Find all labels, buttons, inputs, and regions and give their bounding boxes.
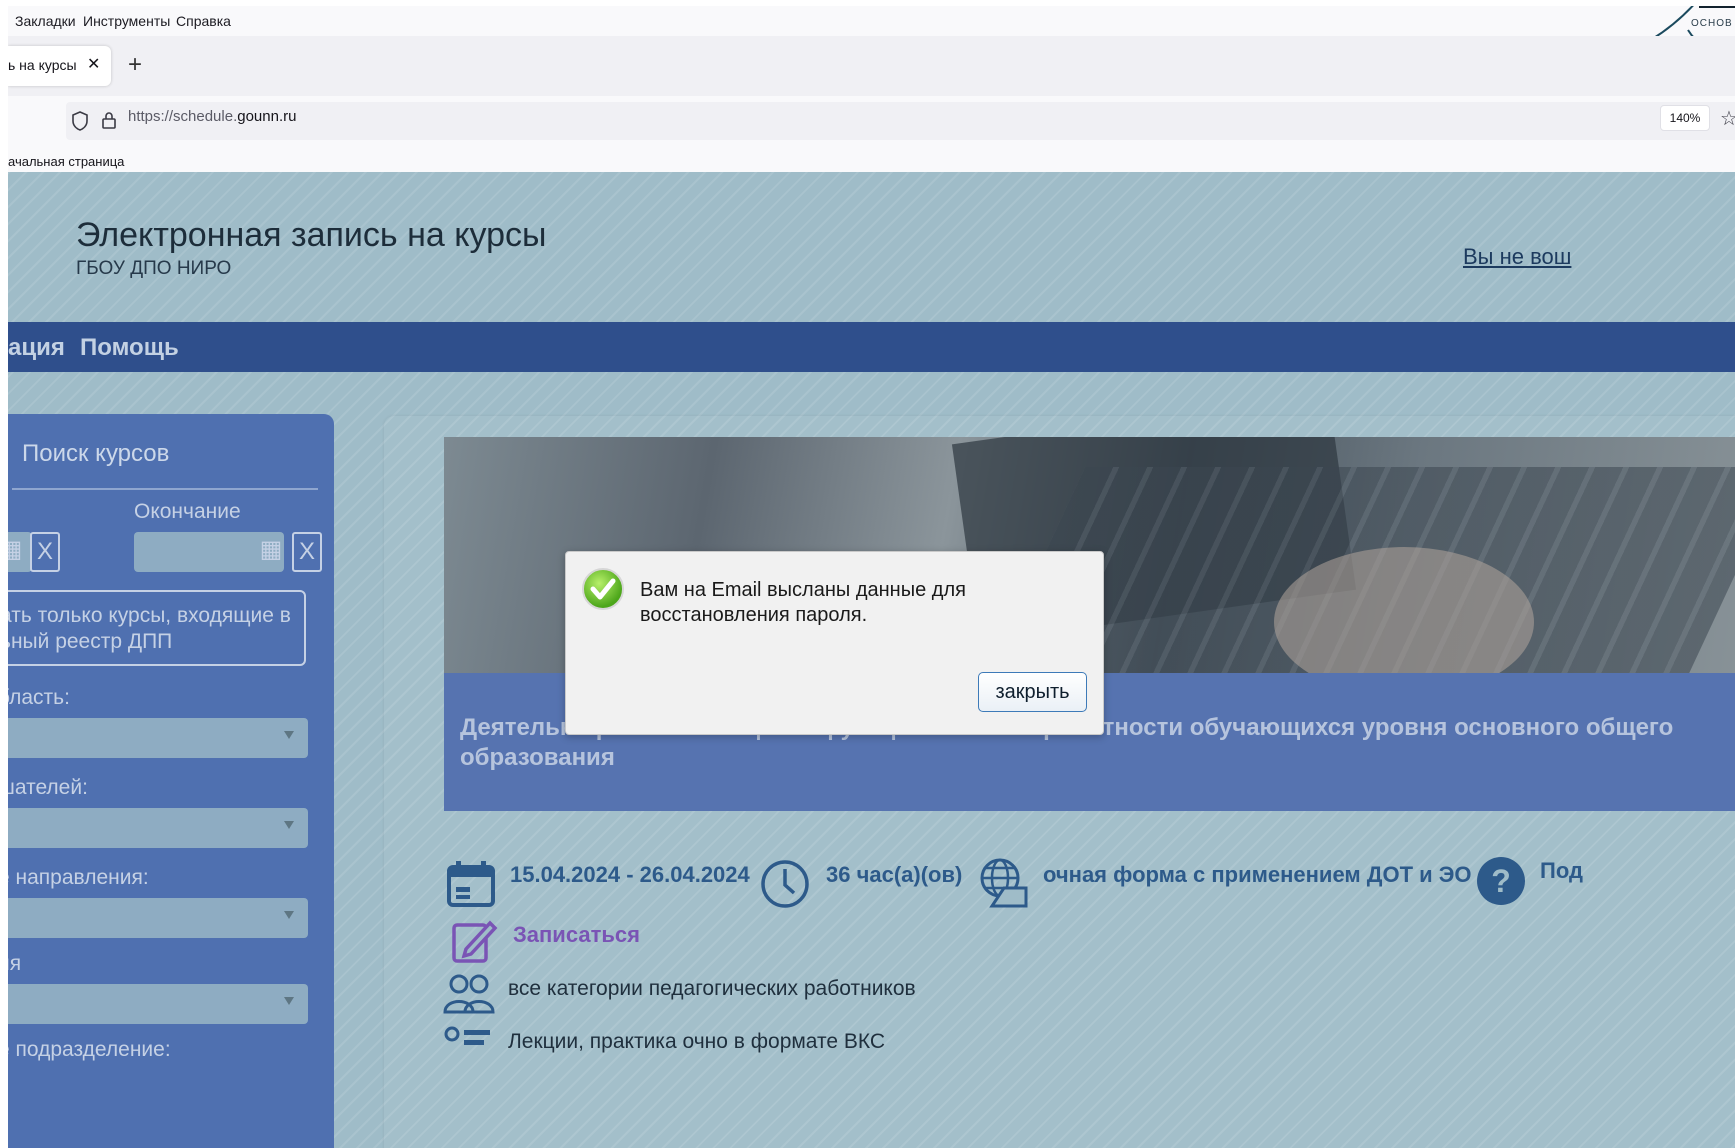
svg-text:?: ? (1491, 863, 1511, 899)
login-link[interactable]: Вы не вош (1463, 244, 1571, 270)
registry-filter-checkbox[interactable]: ать только курсы, входящие в ьный реестр… (8, 590, 306, 666)
clock-icon (761, 860, 809, 908)
list-icon (444, 1026, 490, 1045)
url-bar[interactable] (66, 102, 1735, 140)
menu-bookmarks[interactable]: Закладки (15, 13, 76, 29)
star-icon[interactable]: ☆ (1720, 106, 1735, 131)
menu-help[interactable]: Справка (176, 13, 231, 29)
tab-label: ь на курсы (8, 57, 77, 73)
course-hours: 36 час(а)(ов) (826, 862, 963, 887)
audience-select[interactable] (8, 808, 308, 848)
chevron-down-icon (284, 911, 294, 919)
calendar-icon[interactable]: ▦ (254, 532, 288, 572)
course-audience: все категории педагогических работников (508, 977, 916, 1000)
course-format: Лекции, практика очно в формате ВКС (508, 1030, 886, 1053)
checkbox-label-line-2: ьный реестр ДПП (8, 630, 173, 653)
calendar-icon[interactable]: ▦ (8, 532, 26, 572)
field-label-direction: е направления: (8, 866, 149, 889)
tab-bar: ь на курсы ✕ + (8, 36, 1735, 96)
logo-text: ОСНОВ (1691, 18, 1733, 29)
direction-select[interactable] (8, 898, 308, 938)
zoom-indicator[interactable]: 140% (1660, 105, 1710, 131)
lock-icon[interactable] (101, 110, 117, 130)
form-select[interactable] (8, 984, 308, 1024)
page-title: Электронная запись на курсы (76, 216, 547, 254)
menu-tools[interactable]: Инструменты (83, 13, 170, 29)
tab-close-icon[interactable]: ✕ (87, 54, 100, 74)
clear-end-date-button[interactable]: X (292, 532, 322, 572)
password-recovery-dialog: Вам на Email высланы данные для восстано… (565, 551, 1104, 735)
new-tab-icon[interactable]: + (128, 51, 142, 79)
browser-window: Закладки Инструменты Справка ОСНОВ ь на … (8, 6, 1735, 1148)
chevron-down-icon (284, 731, 294, 739)
edit-icon[interactable] (450, 917, 498, 965)
bookmark-home[interactable]: ачальная страница (8, 154, 124, 169)
checkbox-label-line-1: ать только курсы, входящие в (8, 604, 291, 627)
calendar-icon (447, 861, 495, 907)
globe-book-icon (980, 858, 1028, 908)
url-prefix: https://schedule. (128, 108, 238, 125)
sidebar-divider (12, 488, 318, 490)
nav-bar: https://schedule.gounn.ru 140% ☆ (8, 96, 1735, 146)
shield-icon[interactable] (71, 111, 89, 131)
menu-bar: Закладки Инструменты Справка (8, 6, 1735, 36)
enroll-link[interactable]: Записаться (513, 922, 640, 948)
sidebar-title: Поиск курсов (22, 440, 170, 467)
search-sidebar: Поиск курсов Окончание ▦ X ▦ X ать тольк… (8, 414, 334, 1148)
tab-active[interactable]: ь на курсы ✕ (8, 46, 111, 86)
chevron-down-icon (284, 997, 294, 1005)
end-date-label: Окончание (134, 500, 241, 523)
check-icon (582, 568, 624, 610)
course-dates: 15.04.2024 - 26.04.2024 (510, 862, 750, 887)
nav-item-help[interactable]: Помощь (80, 334, 179, 362)
region-select[interactable] (8, 718, 308, 758)
users-icon (443, 974, 495, 1014)
page-subtitle: ГБОУ ДПО НИРО (76, 258, 232, 279)
field-label-form: ия (8, 952, 22, 975)
nav-item-registration[interactable]: ация (8, 334, 65, 362)
chevron-down-icon (284, 821, 294, 829)
field-label-audience: шателей: (8, 776, 88, 799)
more-info-link[interactable]: Под (1540, 858, 1583, 884)
url-domain: gounn.ru (237, 108, 297, 125)
help-icon[interactable]: ? (1476, 856, 1526, 906)
url-text[interactable]: https://schedule.gounn.ru (128, 108, 296, 125)
dialog-message: Вам на Email высланы данные для восстано… (640, 579, 966, 626)
main-nav: ация Помощь (8, 322, 1735, 372)
field-label-region: бласть: (8, 686, 70, 709)
course-form: очная форма с применением ДОТ и ЭО (1043, 862, 1472, 887)
field-label-department: е подразделение: (8, 1038, 171, 1061)
clear-start-date-button[interactable]: X (30, 532, 60, 572)
close-button[interactable]: закрыть (978, 672, 1087, 712)
